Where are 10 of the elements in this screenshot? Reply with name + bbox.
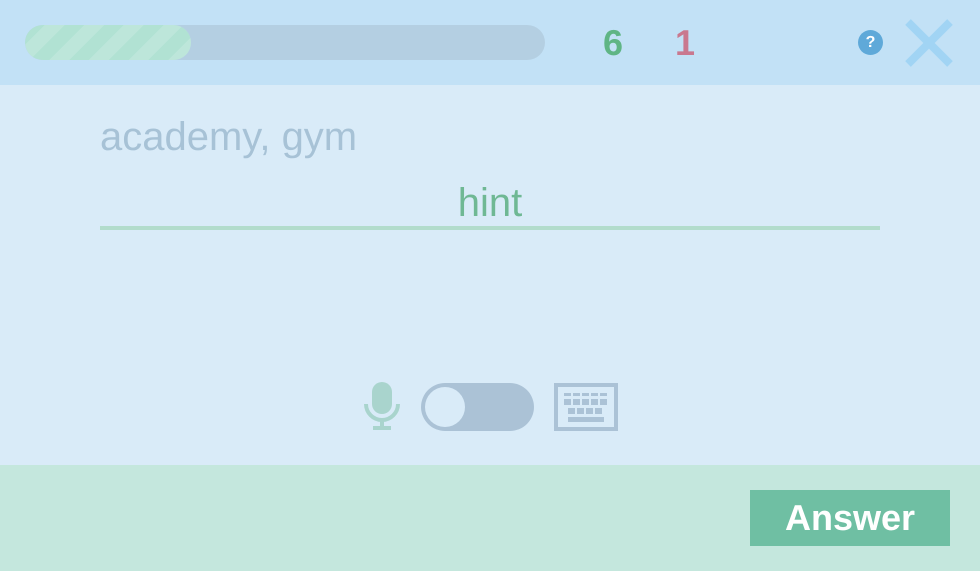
keyboard-icon — [554, 383, 618, 431]
answer-button[interactable]: Answer — [750, 490, 950, 546]
correct-count: 6 — [603, 22, 624, 64]
help-button[interactable]: ? — [858, 30, 883, 55]
microphone-icon — [362, 382, 400, 432]
answer-field[interactable]: hint — [100, 180, 880, 230]
wrong-count: 1 — [675, 22, 696, 64]
close-button[interactable] — [903, 16, 955, 68]
close-icon — [903, 16, 955, 68]
input-mode-toggle[interactable] — [420, 383, 534, 431]
